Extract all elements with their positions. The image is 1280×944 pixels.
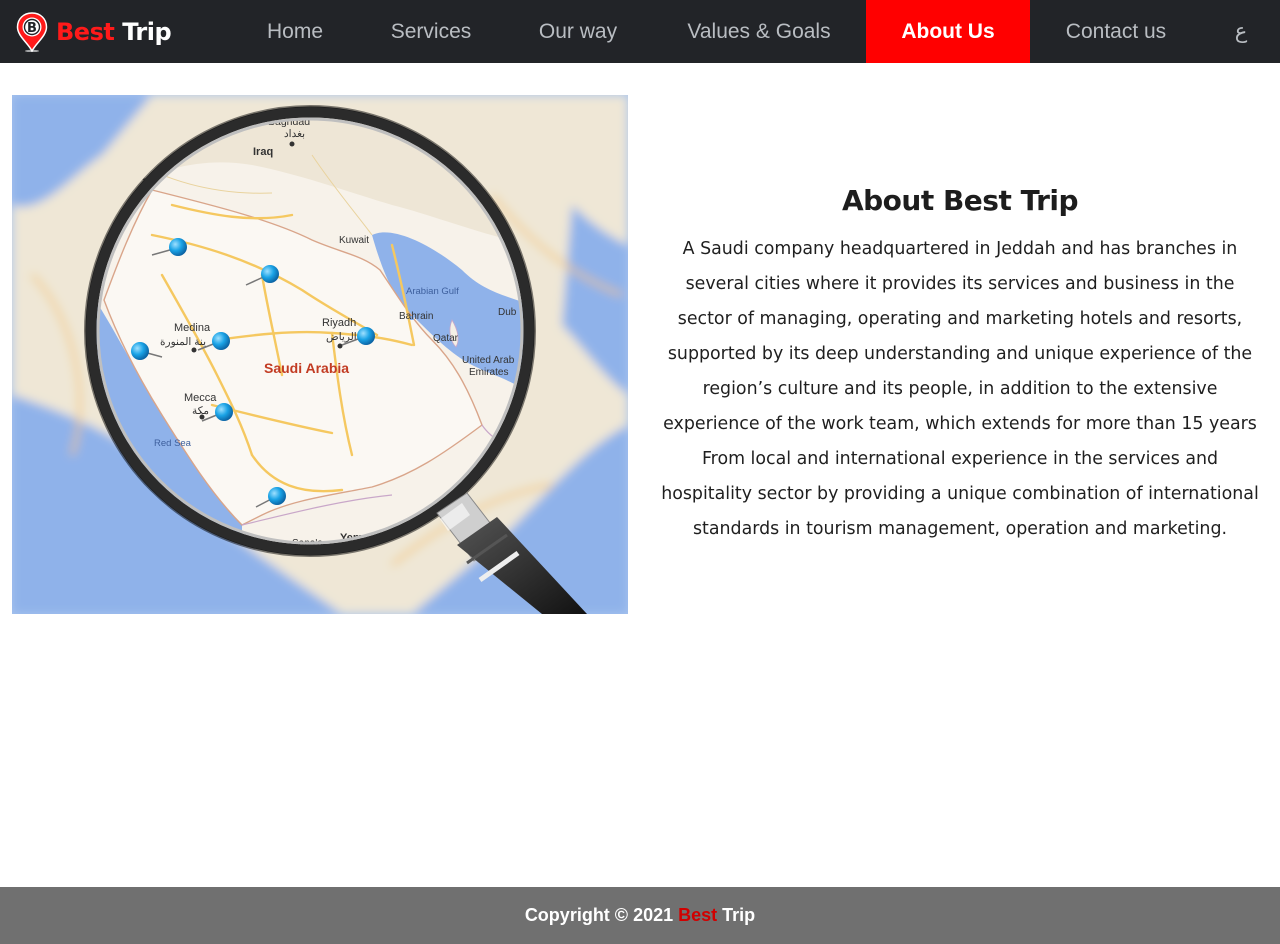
logo-letter: B	[27, 21, 37, 36]
label-saudi-arabia: Saudi Arabia	[264, 360, 349, 376]
nav-values-goals[interactable]: Values & Goals	[678, 0, 840, 63]
map-pin-icon	[357, 327, 375, 345]
label-medina: Medina	[174, 322, 211, 334]
label-mecca: Mecca	[184, 392, 217, 404]
top-navbar: B Best Trip Home Services Our way Values…	[0, 0, 1280, 63]
map-pin-icon	[212, 332, 230, 350]
nav-services[interactable]: Services	[382, 0, 480, 63]
nav-contact-us[interactable]: Contact us	[1054, 0, 1178, 63]
map-pin-icon	[169, 238, 187, 256]
label-qatar: Qatar	[433, 333, 459, 344]
about-title: About Best Trip	[841, 184, 1079, 217]
footer-brand-best: Best	[678, 905, 718, 925]
map-illustration: Baghdad بغداد Iraq an Kuwait Arabian Gul…	[12, 95, 628, 614]
label-red-sea: Red Sea	[154, 438, 192, 449]
about-body-text: A Saudi company headquartered in Jeddah …	[661, 239, 1259, 539]
label-bahrain: Bahrain	[399, 311, 433, 322]
label-arabian-gulf: Arabian Gulf	[406, 286, 459, 297]
label-kuwait: Kuwait	[339, 235, 369, 246]
label-dubai-partial: Dub	[498, 307, 517, 318]
label-uae-1: United Arab	[462, 355, 515, 366]
nav-our-way[interactable]: Our way	[528, 0, 628, 63]
footer-copyright: Copyright © 2021	[524, 905, 674, 925]
logo-pin-icon: B	[16, 12, 48, 52]
footer: Copyright © 2021 Best Trip	[0, 887, 1280, 944]
saudi-map-image: Baghdad بغداد Iraq an Kuwait Arabian Gul…	[12, 95, 628, 614]
label-iraq: Iraq	[253, 146, 273, 158]
brand-name-best: Best	[56, 18, 115, 46]
map-pin-icon	[215, 403, 233, 421]
nav-about-us[interactable]: About Us	[866, 0, 1030, 63]
label-uae-2: Emirates	[469, 367, 508, 378]
brand-name: Best Trip	[56, 18, 172, 46]
label-riyadh: Riyadh	[322, 317, 356, 329]
brand-logo[interactable]: B Best Trip	[16, 12, 172, 52]
nav-home[interactable]: Home	[258, 0, 332, 63]
label-medina-ar: ينة المنورة	[160, 336, 206, 348]
label-baghdad-ar: بغداد	[284, 128, 305, 140]
map-pin-icon	[261, 265, 279, 283]
brand-name-trip: Trip	[122, 18, 172, 46]
language-toggle[interactable]: ع	[1224, 0, 1258, 63]
footer-brand-trip: Trip	[722, 905, 756, 925]
map-pin-icon	[131, 342, 149, 360]
map-pin-icon	[268, 487, 286, 505]
